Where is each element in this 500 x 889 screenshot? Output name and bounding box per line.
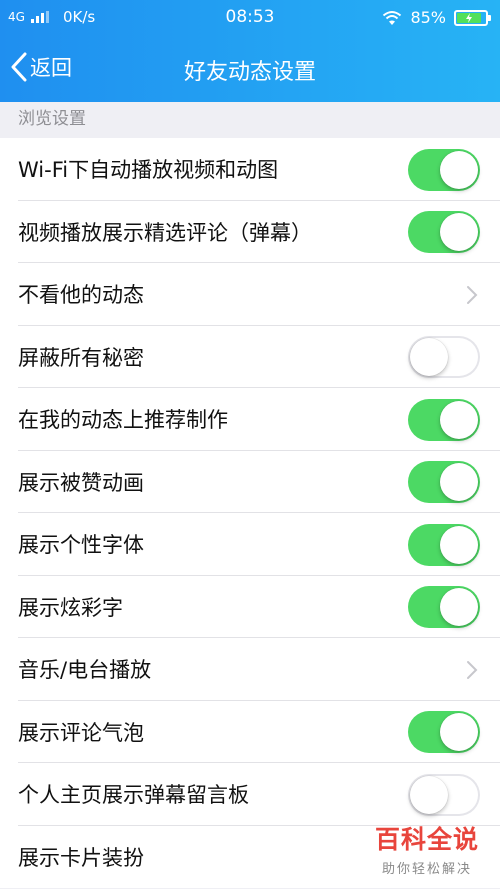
settings-row[interactable]: 展示个性字体 (0, 513, 500, 576)
toggle-knob (410, 338, 448, 376)
settings-row[interactable]: 个人主页展示弹幕留言板 (0, 763, 500, 826)
section-header: 浏览设置 (18, 109, 86, 129)
toggle-knob (440, 150, 478, 189)
battery-level (457, 12, 481, 23)
toggle-knob (440, 213, 478, 251)
battery-percent: 85% (410, 8, 446, 27)
settings-row[interactable]: 不看他的动态 (0, 263, 500, 326)
toggle-switch-off[interactable] (408, 336, 480, 378)
settings-row-label: 不看他的动态 (18, 283, 144, 308)
settings-row[interactable]: Wi-Fi下自动播放视频和动图 (0, 138, 500, 201)
toggle-switch-on[interactable] (408, 398, 480, 441)
toggle-switch-on[interactable] (408, 586, 480, 628)
back-button[interactable]: 返回 (10, 52, 72, 82)
settings-row[interactable]: 展示炫彩字 (0, 576, 500, 639)
settings-row[interactable]: 展示评论气泡 (0, 701, 500, 764)
toggle-knob (440, 588, 478, 626)
watermark-logo: 百科全说 助你轻松解决 (368, 820, 486, 877)
toggle-knob (440, 463, 478, 501)
battery-icon (454, 9, 491, 26)
status-right: 85% (382, 8, 491, 27)
toggle-switch-on[interactable] (408, 148, 480, 191)
toggle-knob (440, 525, 478, 564)
settings-row[interactable]: 屏蔽所有秘密 (0, 326, 500, 389)
toggle-knob (440, 400, 478, 439)
settings-list: Wi-Fi下自动播放视频和动图 视频播放展示精选评论（弹幕） 不看他的动态屏蔽所有秘… (0, 138, 500, 888)
status-bar: 4G 0K/s 08:53 85% (0, 0, 500, 36)
toggle-switch-on[interactable] (408, 711, 480, 753)
chevron-right-icon (467, 661, 478, 679)
wifi-icon (383, 10, 402, 25)
settings-row[interactable]: 视频播放展示精选评论（弹幕） (0, 201, 500, 264)
watermark-subtitle: 助你轻松解决 (381, 862, 472, 877)
page-title: 好友动态设置 (183, 60, 316, 85)
watermark-title: 百科全说 (374, 825, 479, 854)
settings-row[interactable]: 音乐/电台播放 (0, 638, 500, 701)
settings-row-label: 音乐/电台播放 (18, 658, 152, 683)
nav-bar: 返回 好友动态设置 (0, 36, 500, 102)
toggle-switch-off[interactable] (408, 773, 480, 816)
header-bar: 4G 0K/s 08:53 85% 返回 好友动态设置 (0, 0, 500, 102)
settings-row[interactable]: 展示被赞动画 (0, 451, 500, 514)
toggle-knob (410, 775, 448, 814)
toggle-switch-on[interactable] (408, 523, 480, 566)
toggle-switch-on[interactable] (408, 461, 480, 503)
toggle-knob (440, 713, 478, 751)
chevron-left-icon (11, 52, 27, 82)
settings-row[interactable]: 在我的动态上推荐制作 (0, 388, 500, 451)
toggle-switch-on[interactable] (408, 211, 480, 253)
back-label: 返回 (30, 56, 72, 80)
chevron-right-icon (467, 286, 478, 304)
charging-icon (465, 12, 472, 23)
